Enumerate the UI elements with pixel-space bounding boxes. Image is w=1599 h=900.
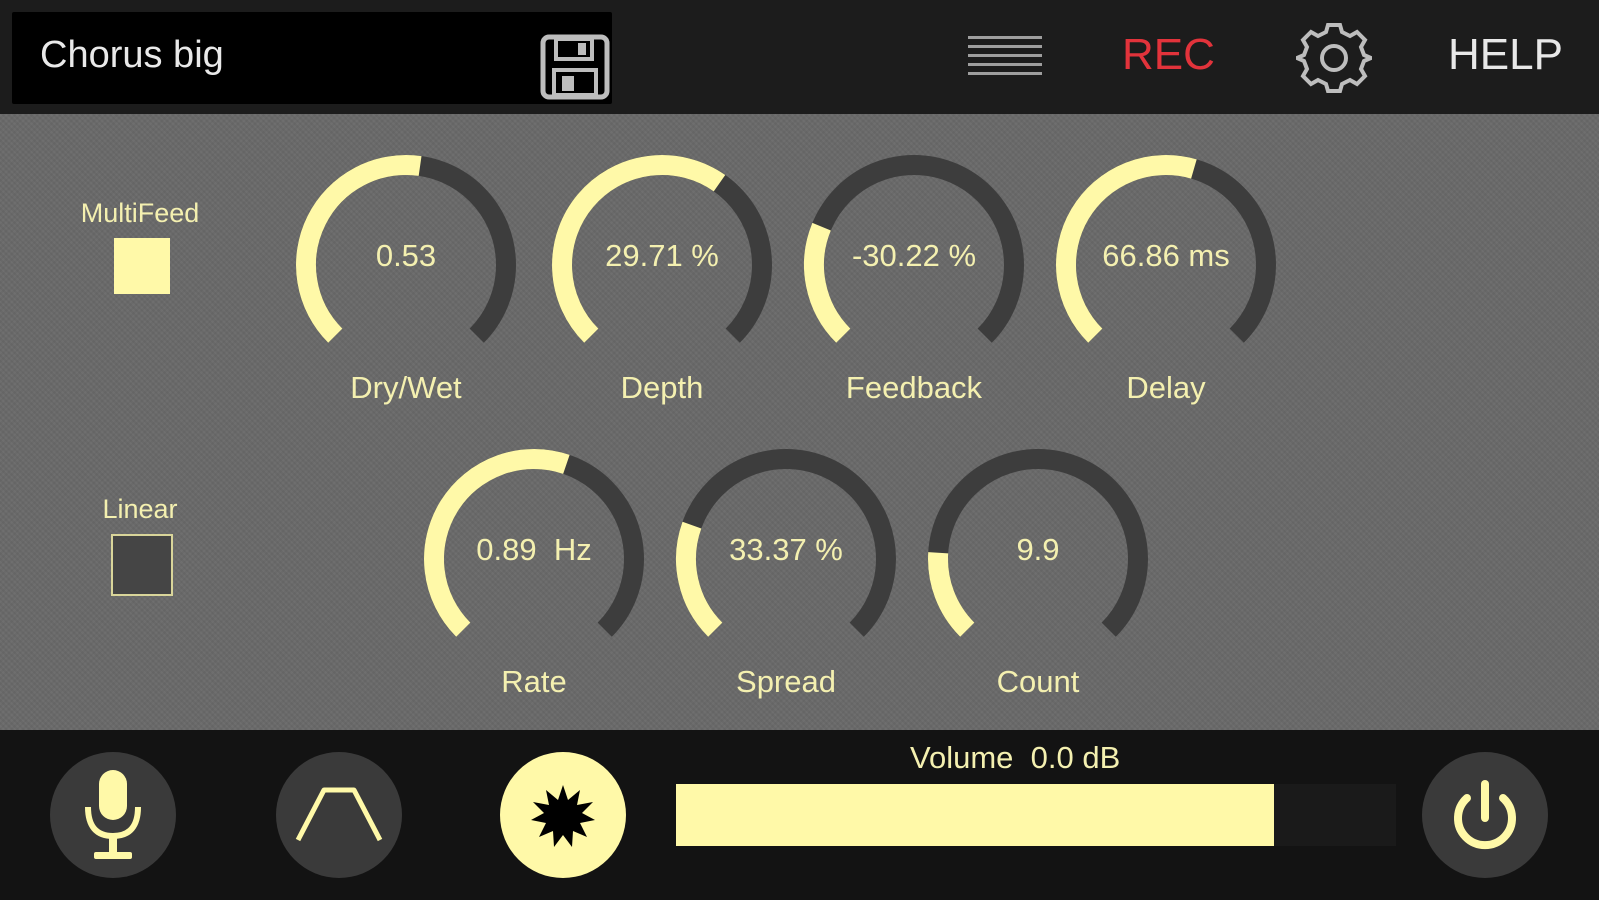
gear-icon[interactable] — [1296, 20, 1372, 96]
help-button[interactable]: HELP — [1448, 30, 1563, 80]
knob-label: Depth — [620, 370, 704, 405]
knob-value: -30.22 % — [851, 238, 977, 273]
knob-value: 0.53 — [375, 238, 437, 273]
knob-value: 9.9 — [1016, 532, 1060, 567]
knob-value: 66.86 ms — [1102, 238, 1230, 273]
bottom-bar: Volume 0.0 dB — [0, 730, 1599, 900]
multifeed-label: MultiFeed — [80, 198, 200, 228]
microphone-icon — [85, 770, 141, 859]
menu-icon[interactable] — [968, 34, 1042, 78]
knob-value: 33.37 % — [729, 532, 843, 567]
knob-value: 29.71 % — [605, 238, 719, 273]
linear-toggle[interactable] — [111, 534, 173, 596]
knob-label: Rate — [501, 664, 567, 699]
multifeed-toggle[interactable] — [114, 238, 170, 294]
knob-label: Feedback — [845, 370, 983, 405]
burst-icon — [531, 785, 595, 847]
power-button[interactable] — [1422, 752, 1548, 878]
rec-button[interactable]: REC — [1122, 30, 1215, 80]
preset-selector[interactable]: Chorus big — [12, 12, 612, 104]
volume-slider[interactable] — [676, 784, 1396, 846]
fx-button[interactable] — [500, 752, 626, 878]
mic-button[interactable] — [50, 752, 176, 878]
knob-label: Delay — [1126, 370, 1206, 405]
envelope-shape-icon — [295, 787, 383, 842]
knob-value: 0.89 Hz — [476, 532, 592, 567]
volume-fill — [676, 784, 1274, 846]
power-icon — [1454, 780, 1516, 850]
knob-label: Dry/Wet — [350, 370, 462, 405]
linear-label: Linear — [102, 494, 178, 524]
save-icon[interactable] — [540, 34, 610, 100]
top-bar: Chorus big REC HELP — [0, 0, 1599, 114]
effect-panel: MultiFeed Linear 0.53 Dry/Wet 29.71 % De… — [0, 114, 1599, 730]
preset-name[interactable]: Chorus big — [40, 34, 224, 77]
knob-label: Count — [996, 664, 1080, 699]
volume-label: Volume 0.0 dB — [910, 740, 1121, 775]
knob-label: Spread — [736, 664, 836, 699]
envelope-button[interactable] — [276, 752, 402, 878]
